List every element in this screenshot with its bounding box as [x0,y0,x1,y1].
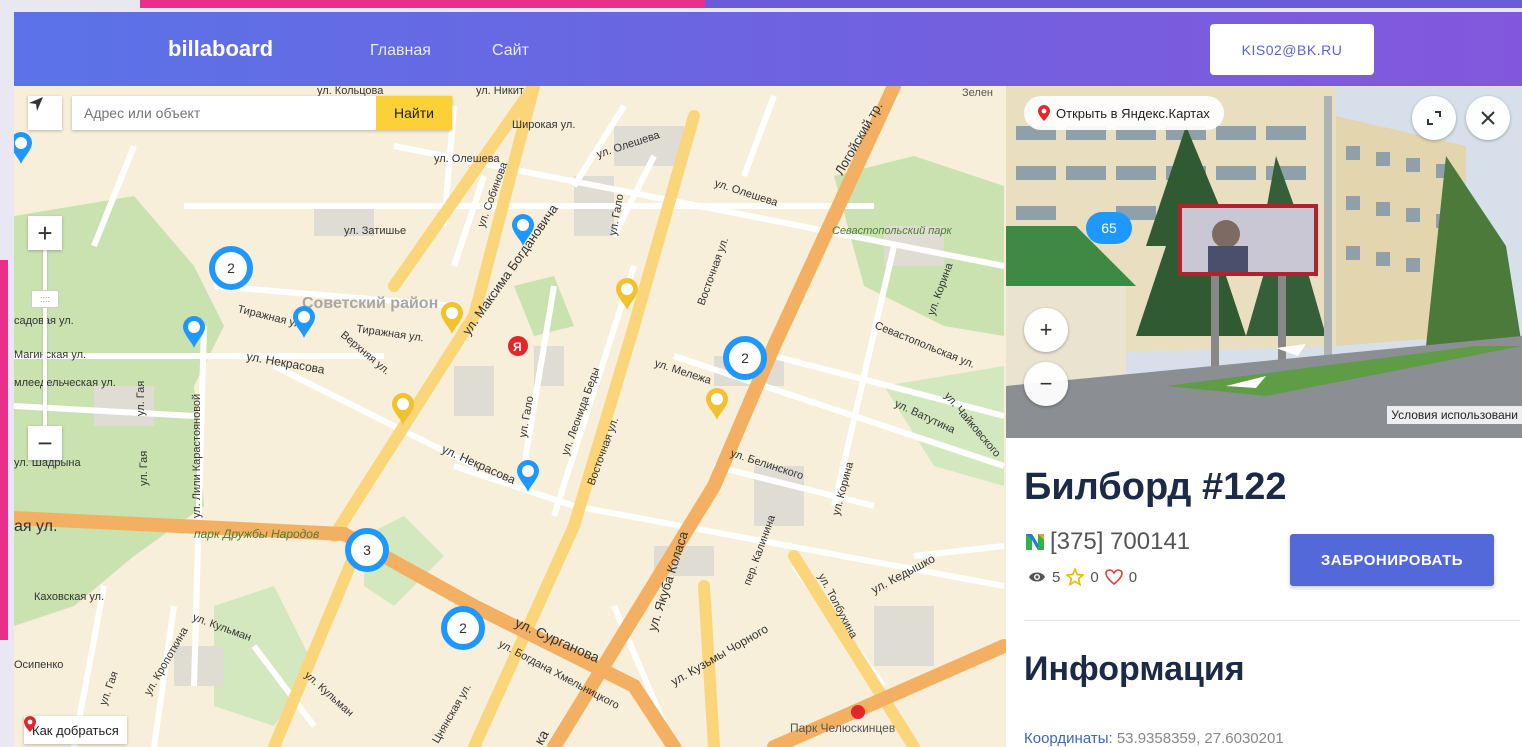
location-arrow-icon [29,97,43,111]
map-label: ул. Кульман [302,669,356,719]
svg-text:Я: Я [513,340,522,354]
pin-cluster[interactable]: 2 [723,336,767,380]
map-search-input[interactable] [72,96,376,130]
panorama-cluster-badge[interactable]: 65 [1086,212,1132,244]
map-label: ул. Корина [830,460,856,517]
map-pin-icon [24,716,36,732]
billboard-stats: 5 0 0 [1028,568,1137,586]
nav-link-main[interactable]: Главная [370,42,431,60]
map-view[interactable]: ул. Кольцова ул. Никит Зелен Широкая ул.… [14,86,1006,747]
map-label: Тиражная ул. [356,323,425,344]
app-window: billaboard Главная Сайт KIS02@BK.RU ул. … [14,12,1522,747]
phone-number: [375] 700141 [1050,528,1191,555]
map-label: ул. Гая [98,670,121,707]
coordinates: Координаты: 53.9358359, 27.6030201 [1024,730,1284,747]
map-label: ул. Лили Карастояновой [191,394,203,518]
map-label: Магинская ул. [14,349,86,361]
billboard-pin-icon[interactable] [510,212,536,248]
pin-cluster[interactable]: 3 [345,528,389,572]
open-in-yandex-maps-label: Открыть в Яндекс.Картах [1056,105,1210,121]
map-label: ул. Затишье [344,225,406,237]
star-icon[interactable] [1066,568,1085,586]
map-label: ул. Кузьмы Чорного [669,621,771,688]
map-label: ул. Никит [476,86,524,97]
zoom-out-button[interactable]: − [28,426,62,460]
map-label: ая ул. [14,518,57,535]
close-icon [1481,111,1495,125]
street-panorama[interactable]: Открыть в Яндекс.Картах 65 + − Условия и… [1006,86,1522,438]
map-label: Зелен [962,87,993,99]
map-label: ул. Гая [135,381,147,416]
map-search: Найти [72,96,452,130]
map-label: Каховская ул. [34,591,104,603]
user-account-button[interactable]: KIS02@BK.RU [1210,24,1374,75]
coordinates-label: Координаты: [1024,730,1113,747]
map-search-button[interactable]: Найти [376,96,452,130]
book-button[interactable]: ЗАБРОНИРОВАТЬ [1290,534,1494,586]
operator-logo-icon [1026,534,1044,550]
panorama-zoom-out-button[interactable]: − [1024,362,1068,406]
logo[interactable]: billaboard [168,36,273,62]
top-navbar: billaboard Главная Сайт KIS02@BK.RU [14,12,1522,86]
map-label: ул. Некрасова [440,442,518,487]
billboard-pin-icon[interactable] [614,276,640,312]
map-label: парк Дружбы Народов [194,527,319,541]
decor-stripe-top-pink [140,0,705,8]
close-button[interactable] [1466,96,1510,140]
billboard-info-panel: Билборд #122 [375] 700141 5 0 0 ЗАБРОНИР… [1006,438,1522,747]
map-label: ул. Гая [138,451,150,486]
stars-count: 0 [1090,568,1099,586]
zoom-slider-handle[interactable]: :::: [31,290,59,308]
pin-cluster[interactable]: 2 [209,246,253,290]
billboard-pin-icon[interactable] [14,130,34,166]
billboard-phone: [375] 700141 [1024,528,1190,556]
billboard-pin-icon[interactable] [291,304,317,340]
expand-button[interactable] [1412,96,1456,140]
metro-icon [851,705,865,719]
map-label: Восточная ул. [696,236,732,307]
map-label: Севастопольский парк [832,225,953,237]
terms-of-use-link[interactable]: Условия использовани [1387,406,1522,424]
billboard-pin-icon[interactable] [704,386,730,422]
decor-stripe-left [0,260,8,640]
map-label: Осипенко [14,659,63,671]
zoom-in-button[interactable]: + [28,216,62,250]
divider [1024,620,1520,621]
zoom-slider-track[interactable] [43,250,47,426]
eye-icon [1029,572,1045,582]
expand-icon [1427,111,1441,125]
open-in-yandex-maps-button[interactable]: Открыть в Яндекс.Картах [1024,96,1224,130]
billboard-pin-icon[interactable] [390,391,416,427]
map-label: Цнянская ул. [430,682,474,746]
pin-cluster[interactable]: 2 [441,606,485,650]
map-label: Широкая ул. [512,119,575,131]
route-label: Как добраться [32,722,119,738]
billboard-pin-icon[interactable] [181,314,207,350]
likes-count: 0 [1128,568,1138,586]
route-button[interactable]: Как добраться [24,716,127,744]
panorama-image [1006,86,1522,438]
coordinates-value: 53.9358359, 27.6030201 [1116,730,1284,747]
section-heading: Информация [1024,650,1245,688]
heart-icon[interactable] [1104,569,1123,585]
panorama-zoom-in-button[interactable]: + [1024,308,1068,352]
map-canvas: ул. Кольцова ул. Никит Зелен Широкая ул.… [14,86,1006,747]
geolocation-button[interactable] [28,96,62,130]
map-label: Парк Челюскинцев [790,721,895,735]
decor-stripe-top-purple [705,0,1522,8]
map-label: ул. Олешева [434,153,500,165]
billboard-pin-icon[interactable] [439,300,465,336]
billboard-title: Билборд #122 [1024,466,1287,508]
billboard-pin-icon[interactable] [515,458,541,494]
nav-link-site[interactable]: Сайт [492,42,529,60]
map-pin-icon [1038,105,1050,121]
map-label: Советский район [302,295,438,312]
map-label: млеедельческая ул. [14,377,116,389]
views-count: 5 [1052,568,1061,586]
